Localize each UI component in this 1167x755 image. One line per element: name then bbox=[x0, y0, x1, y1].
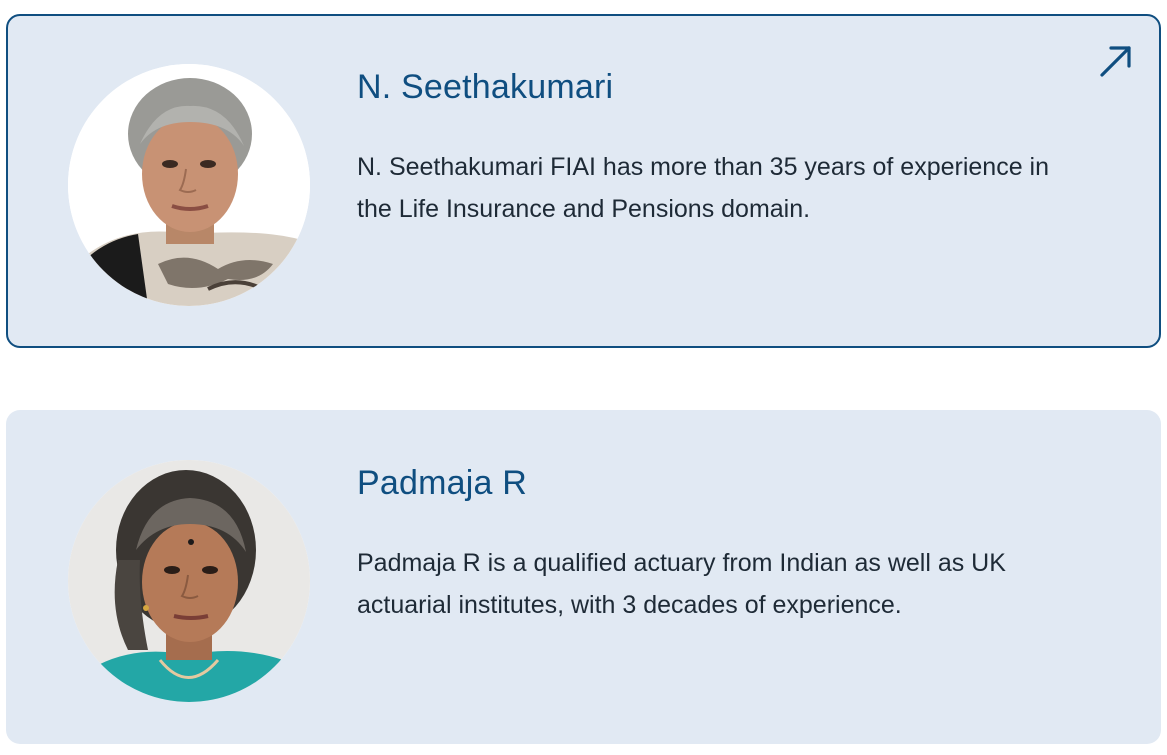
portrait-photo bbox=[68, 460, 310, 702]
profile-card-padmaja[interactable]: Padmaja R Padmaja R is a qualified actua… bbox=[6, 410, 1161, 744]
avatar bbox=[68, 64, 310, 306]
person-name: Padmaja R bbox=[357, 464, 527, 502]
avatar bbox=[68, 460, 310, 702]
person-bio: N. Seethakumari FIAI has more than 35 ye… bbox=[357, 153, 1050, 223]
person-name: N. Seethakumari bbox=[357, 68, 614, 106]
profile-card-seethakumari[interactable]: N. Seethakumari N. Seethakumari FIAI has… bbox=[6, 14, 1161, 348]
person-bio: Padmaja R is a qualified actuary from In… bbox=[357, 549, 1006, 619]
arrow-up-right-icon[interactable] bbox=[1097, 42, 1135, 80]
portrait-photo bbox=[68, 64, 310, 306]
